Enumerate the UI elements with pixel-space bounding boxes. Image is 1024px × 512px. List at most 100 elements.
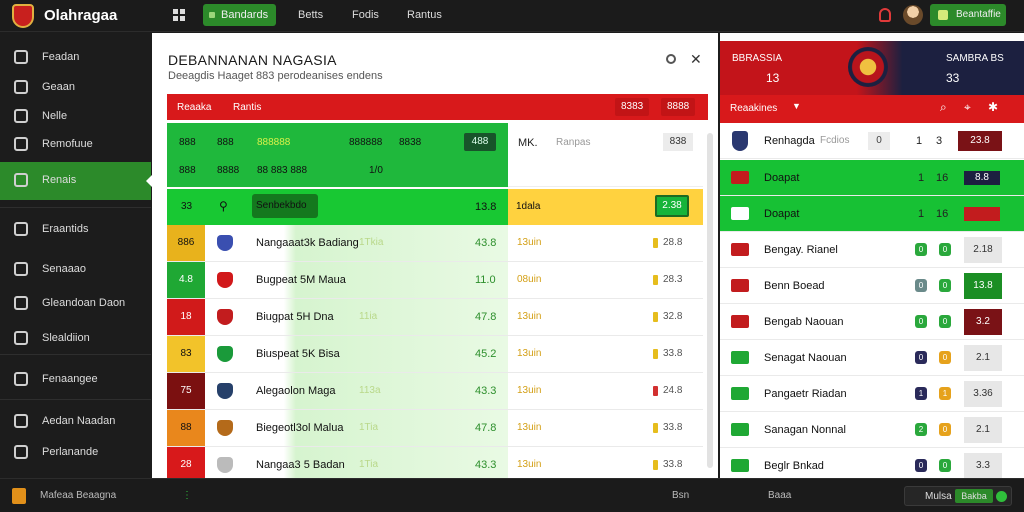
row-position: 4.8 (167, 262, 205, 298)
highlight-row[interactable]: 33 ⚲ Senbekbdo 13.8 1dala 2.38 (167, 189, 703, 225)
header-cell: 888 (217, 137, 234, 148)
topnav-item-0[interactable]: Bandards (203, 4, 277, 26)
match-odds[interactable]: 28.3 (653, 274, 682, 285)
table-row[interactable]: 83 Biuspeat 5K Bisa 45.2 13uin 33.8 (167, 336, 703, 373)
team-tag: Fcdios (820, 135, 850, 146)
sidebar-item-7[interactable]: Gleandoan Daon (0, 285, 151, 323)
odds-value[interactable] (964, 207, 1000, 221)
star-icon[interactable]: ✱ (988, 100, 998, 114)
header-cell: 888888 (349, 137, 383, 148)
header-badge[interactable]: 488 (464, 133, 496, 151)
sidebar: Feadan Geaan Nelle Remofuue Renais Eraan… (0, 33, 152, 478)
highlight-right-panel: 1dala 2.38 (508, 189, 703, 225)
odds-row[interactable]: Doapat 1 16 8.8 (720, 160, 1024, 196)
search-icon[interactable]: ⌕ (940, 100, 947, 115)
match-odds[interactable]: 28.8 (653, 237, 682, 248)
right-panel: BBRASSIA 13 SAMBRA BS 33 Reaakines ▼ ⌕ ⌖… (720, 33, 1024, 484)
odds-stat: 0 (939, 315, 951, 328)
odds-row[interactable]: Pangaetr Riadan 1 1 3.36 (720, 376, 1024, 412)
match-value: 43.8 (475, 237, 497, 249)
top-cta-button[interactable]: Beantaffie (930, 4, 1006, 26)
table-row[interactable]: 18 Biugpat 5H Dna 11ia 47.8 13uin 32.8 (167, 299, 703, 336)
close-icon[interactable]: ✕ (690, 51, 702, 68)
odds-value[interactable]: 2.1 (964, 417, 1002, 443)
table-header-right: MK. Ranpas 838 (508, 123, 703, 187)
odds-row[interactable]: Bengab Naouan 0 0 3.2 (720, 304, 1024, 340)
match-odds[interactable]: 24.8 (653, 385, 682, 396)
info-icon[interactable] (666, 54, 676, 64)
match-header: BBRASSIA 13 SAMBRA BS 33 (720, 41, 1024, 95)
sidebar-item-6[interactable]: Senaaao (0, 251, 151, 289)
match-time: 13uin (517, 385, 542, 396)
table-row[interactable]: 4.8 Bugpeat 5M Maua 11.0 08uin 28.3 (167, 262, 703, 299)
odds-stat: 1 (918, 208, 925, 220)
row-bar (205, 410, 508, 446)
sidebar-item-3[interactable]: Remofuue (0, 126, 151, 164)
notification-bell-icon[interactable] (879, 8, 891, 22)
odds-value[interactable]: 3.36 (964, 381, 1002, 407)
table-header: 888 888 888888 888888 8838 888 8888 88 8… (167, 123, 508, 187)
match-odds[interactable]: 33.8 (653, 422, 682, 433)
match-time: 13uin (517, 237, 542, 248)
scrollbar[interactable] (707, 133, 713, 468)
topnav-item-2[interactable]: Fodis (344, 4, 387, 26)
away-team-title: SAMBRA BS (946, 53, 1004, 64)
odds-value[interactable]: 8.8 (964, 171, 1000, 185)
odds-row[interactable]: Sanagan Nonnal 2 0 2.1 (720, 412, 1024, 448)
team-odds[interactable]: 23.8 (958, 131, 1002, 151)
section-button-2[interactable]: 8888 (661, 98, 696, 116)
sidebar-item-11[interactable]: Perlanande (0, 434, 151, 472)
rankings-tab[interactable]: Reaakines ▼ ⌕ ⌖ ✱ (720, 95, 1024, 123)
brand-logo-icon[interactable] (12, 4, 34, 28)
row-position: 75 (167, 373, 205, 409)
tools-icon[interactable]: ⌖ (964, 100, 971, 115)
clock-icon (14, 222, 28, 236)
apps-grid-icon[interactable] (173, 9, 185, 21)
brand-name: Olahragaa (44, 7, 118, 24)
odds-row[interactable]: Senagat Naouan 0 0 2.1 (720, 340, 1024, 376)
match-name: Nangaaat3k Badiang (256, 237, 359, 249)
team-summary-row[interactable]: Renhagda Fcdios 0 1 3 23.8 (720, 123, 1024, 159)
topnav-item-1[interactable]: Betts (290, 4, 331, 26)
odds-value[interactable]: 3.2 (964, 309, 1002, 335)
bottom-signal-icon: ⋮ (182, 490, 192, 501)
header-right-badge[interactable]: 838 (663, 133, 693, 151)
chevron-down-icon[interactable]: ▼ (792, 101, 801, 111)
odds-row[interactable]: Doapat 1 16 (720, 196, 1024, 232)
sidebar-item-9[interactable]: Fenaangee (0, 361, 151, 399)
table-row[interactable]: 75 Alegaolon Maga 113a 43.3 13uin 24.8 (167, 373, 703, 410)
team-flag-icon (731, 171, 749, 184)
team-crest-icon (732, 131, 748, 151)
match-name: Alegaolon Maga (256, 385, 336, 397)
match-odds[interactable]: 33.8 (653, 459, 682, 470)
odds-stat: 0 (915, 243, 927, 256)
rankings-label: Reaakines (730, 103, 778, 114)
topnav-item-3[interactable]: Rantus (399, 4, 450, 26)
sidebar-item-4[interactable]: Renais (0, 162, 152, 200)
odds-row[interactable]: Benn Boead 0 0 13.8 (720, 268, 1024, 304)
match-time: 08uin (517, 274, 542, 285)
odds-value[interactable]: 13.8 (964, 273, 1002, 299)
sidebar-item-5[interactable]: Eraantids (0, 211, 151, 249)
odds-value[interactable]: 2.1 (964, 345, 1002, 371)
odds-row[interactable]: Bengay. Rianel 0 0 2.18 (720, 232, 1024, 268)
highlight-right-badge[interactable]: 2.38 (655, 195, 689, 217)
settings-icon (14, 445, 28, 459)
bottom-action-button[interactable]: Mulsa Bakba (904, 486, 1012, 506)
sidebar-item-8[interactable]: Slealdiion (0, 320, 151, 358)
odds-stat: 0 (915, 459, 927, 472)
section-tab[interactable]: Rantis (233, 102, 261, 113)
odds-value[interactable]: 3.3 (964, 453, 1002, 479)
odds-value[interactable]: 2.18 (964, 237, 1002, 263)
match-odds[interactable]: 33.8 (653, 348, 682, 359)
home-score: 13 (766, 71, 780, 85)
betslip-icon[interactable] (12, 488, 26, 504)
section-button-1[interactable]: 8383 (615, 98, 650, 116)
table-row[interactable]: 88 Biegeotl3ol Malua 1Tia 47.8 13uin 33.8 (167, 410, 703, 447)
folder-icon (14, 414, 28, 428)
user-avatar[interactable] (903, 5, 923, 25)
table-row[interactable]: 886 Nangaaat3k Badiang 1Tkia 43.8 13uin 28.8 (167, 225, 703, 262)
box-icon (14, 109, 28, 123)
highlight-num: 33 (181, 201, 193, 212)
match-odds[interactable]: 32.8 (653, 311, 682, 322)
